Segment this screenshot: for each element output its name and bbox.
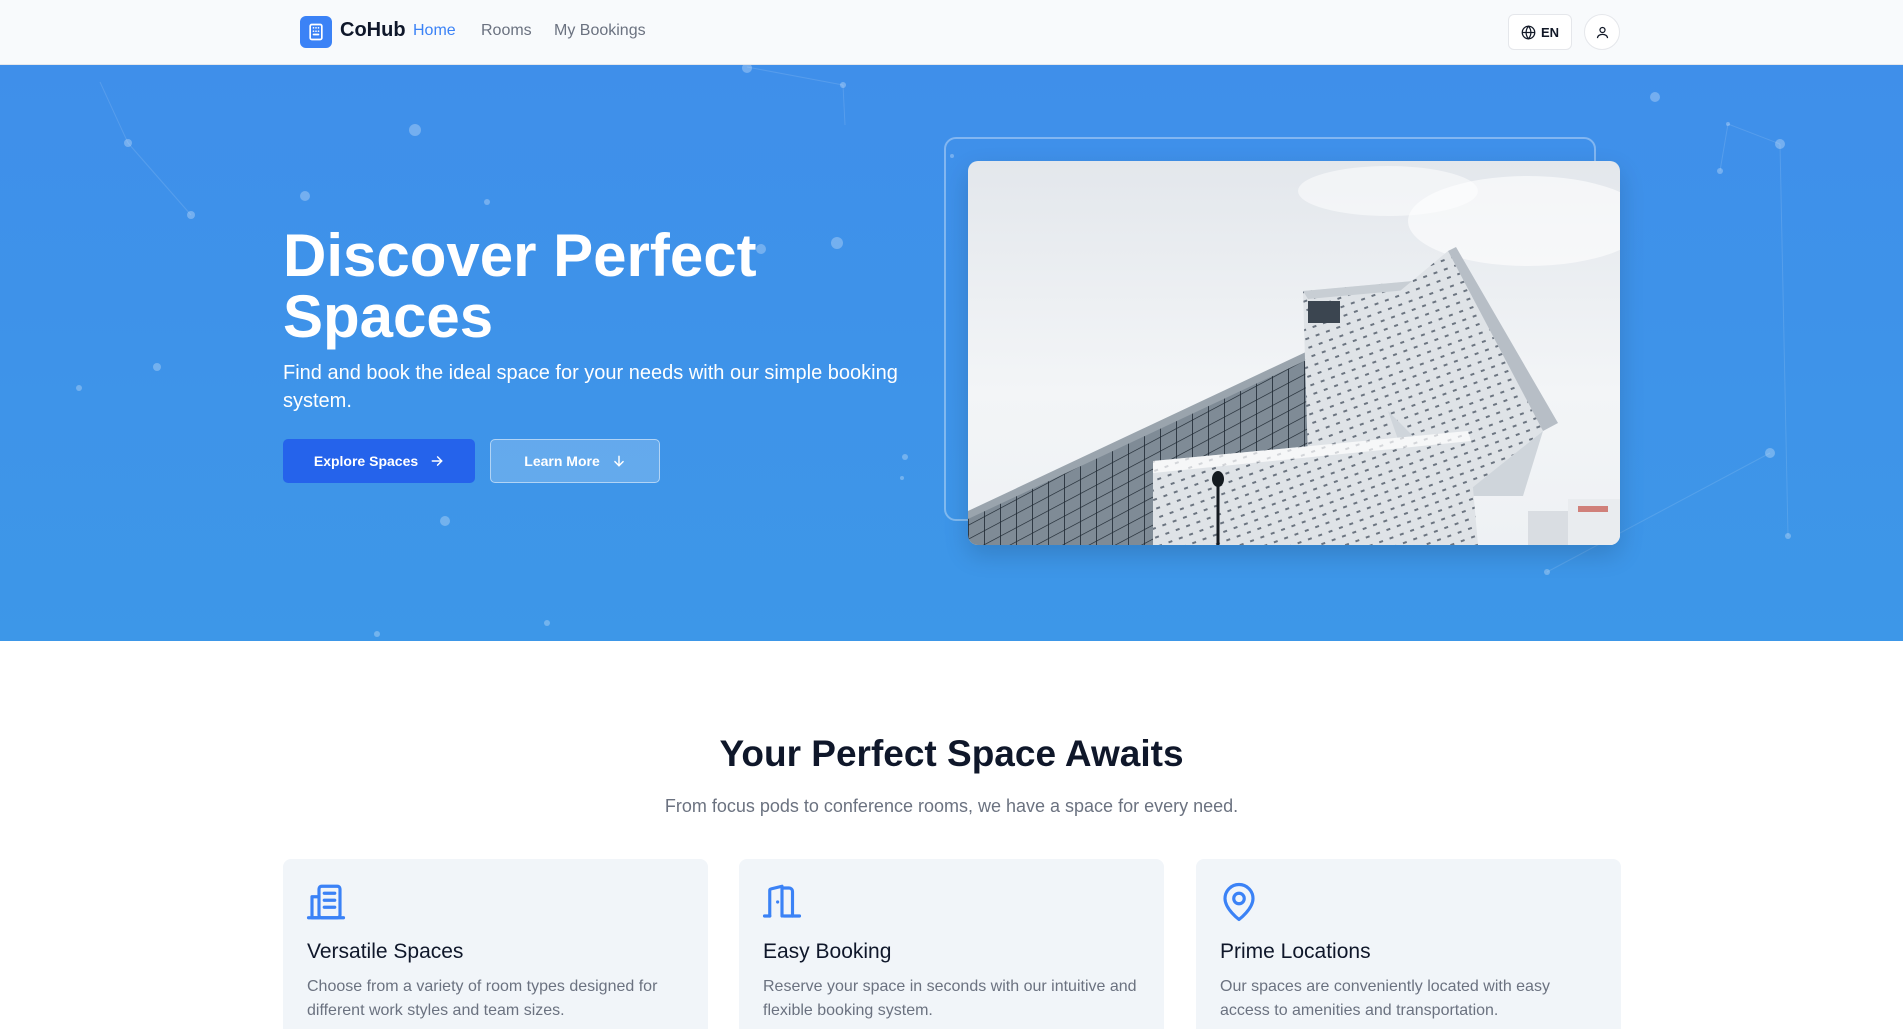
learn-more-button[interactable]: Learn More <box>490 439 660 483</box>
hero-building-image <box>968 161 1620 545</box>
nav-link-my-bookings[interactable]: My Bookings <box>554 22 646 40</box>
globe-icon <box>1521 24 1536 40</box>
user-icon <box>1596 26 1608 38</box>
logo-icon[interactable] <box>300 16 332 48</box>
hero-section: Discover Perfect Spaces Find and book th… <box>0 65 1903 641</box>
hero-subtitle: Find and book the ideal space for your n… <box>283 362 898 412</box>
language-label: EN <box>1540 24 1560 40</box>
building-icon <box>306 884 346 920</box>
hero-title: Discover Perfect Spaces <box>283 222 757 350</box>
nav-link-rooms[interactable]: Rooms <box>481 22 532 40</box>
learn-more-label: Learn More <box>524 453 600 469</box>
arrow-down-icon <box>613 455 624 467</box>
nav-link-home[interactable]: Home <box>413 22 456 40</box>
explore-spaces-button[interactable]: Explore Spaces <box>283 439 475 483</box>
feature-card-title: Prime Locations <box>1220 940 1371 963</box>
feature-card-easy-booking: Easy Booking Reserve your space in secon… <box>739 859 1164 1029</box>
feature-card-text: Our spaces are conveniently located with… <box>1220 978 1550 1019</box>
map-pin-icon <box>1223 883 1255 922</box>
feature-card-title: Easy Booking <box>763 940 892 963</box>
feature-card-text: Reserve your space in seconds with our i… <box>763 978 1137 1019</box>
top-navbar: CoHub Home Rooms My Bookings EN <box>0 0 1903 65</box>
language-switcher[interactable]: EN <box>1508 14 1572 50</box>
feature-card-versatile-spaces: Versatile Spaces Choose from a variety o… <box>283 859 708 1029</box>
explore-spaces-label: Explore Spaces <box>313 453 419 469</box>
feature-card-prime-locations: Prime Locations Our spaces are convenien… <box>1196 859 1621 1029</box>
door-icon <box>762 884 802 918</box>
features-title: Your Perfect Space Awaits <box>719 733 1184 774</box>
feature-card-title: Versatile Spaces <box>307 940 464 963</box>
arrow-right-icon <box>431 456 443 466</box>
feature-card-text: Choose from a variety of room types desi… <box>307 978 658 1019</box>
user-menu-button[interactable] <box>1584 14 1620 50</box>
brand-name[interactable]: CoHub <box>340 19 406 42</box>
features-subtitle: From focus pods to conference rooms, we … <box>664 796 1239 816</box>
